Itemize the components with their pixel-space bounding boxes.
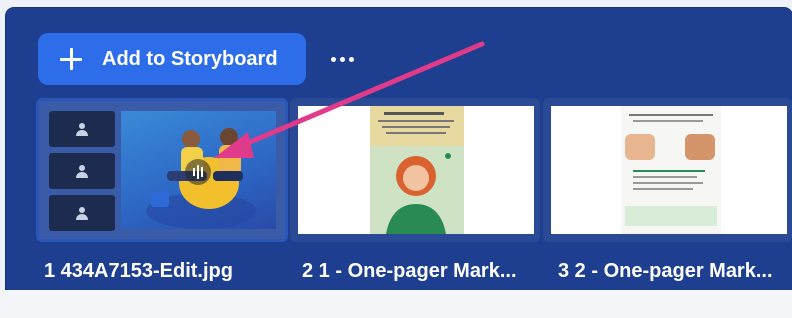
more-dot-icon	[339, 56, 345, 62]
bottom-strip	[0, 290, 792, 318]
participant-column	[49, 111, 119, 231]
more-dot-icon	[330, 56, 336, 62]
add-to-storyboard-label: Add to Storyboard	[102, 47, 278, 70]
add-to-storyboard-button[interactable]: Add to Storyboard	[38, 33, 306, 85]
thumbnail-label-2: 2 1 - One-pager Mark...	[302, 260, 517, 282]
participant-tile	[49, 153, 115, 189]
audio-waveform-icon	[185, 159, 211, 185]
one-pager-illustration-2	[621, 106, 721, 234]
more-dot-icon	[348, 56, 354, 62]
thumbnail-label-1: 1 434A7153-Edit.jpg	[44, 260, 233, 282]
one-pager-illustration	[370, 106, 464, 234]
participant-tile	[49, 111, 115, 147]
participant-tile	[49, 195, 115, 231]
person-icon	[76, 165, 88, 178]
more-options-button[interactable]	[322, 46, 362, 72]
storyboard-thumbnail-1[interactable]	[36, 98, 288, 242]
thumbnail-label-3: 3 2 - One-pager Mark...	[558, 260, 773, 282]
storyboard-panel: Add to Storyboard 1 434A7153-Edit.jpg 2 …	[6, 8, 792, 306]
person-icon	[76, 123, 88, 136]
thumbnail-image-one-pager	[298, 106, 534, 234]
plus-icon	[60, 48, 82, 70]
person-icon	[76, 207, 88, 220]
storyboard-thumbnail-3[interactable]	[543, 98, 792, 242]
thumbnail-image-one-pager-2	[551, 106, 787, 234]
storyboard-thumbnail-2[interactable]	[290, 98, 540, 242]
